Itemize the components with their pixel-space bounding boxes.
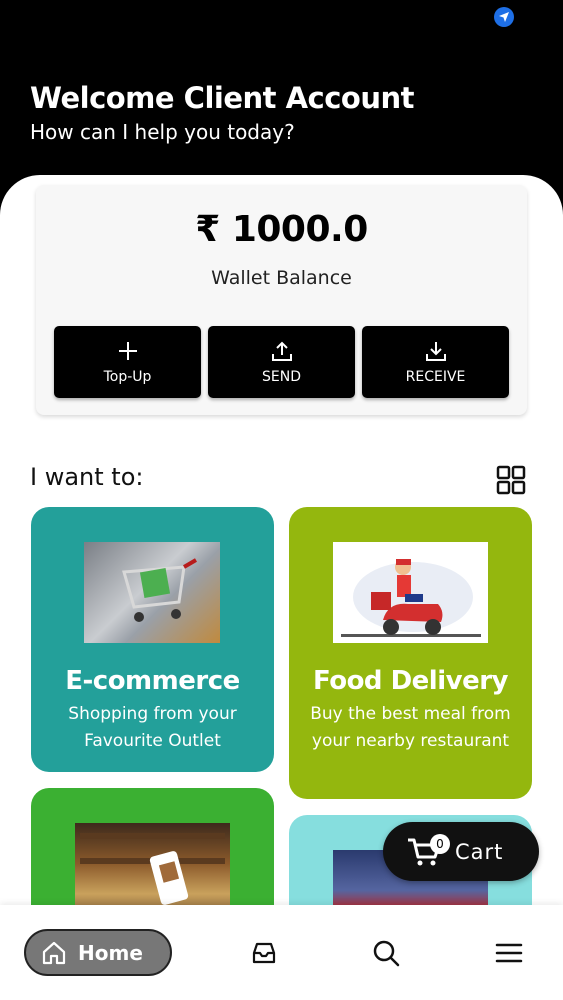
home-icon [42, 941, 66, 964]
wallet-card: ₹ 1000.0 Wallet Balance Top-Up SEND RECE… [36, 185, 527, 415]
topup-label: Top-Up [103, 369, 152, 385]
search-icon[interactable] [372, 939, 400, 967]
send-label: SEND [262, 369, 301, 385]
menu-icon[interactable] [495, 939, 523, 967]
food-delivery-title: Food Delivery [313, 666, 509, 696]
upload-icon [271, 341, 292, 361]
ecommerce-description: Shopping from your Favourite Outlet [68, 704, 237, 751]
bottom-navigation: Home [0, 905, 563, 1000]
nav-home-button[interactable]: Home [24, 929, 172, 976]
shopping-cart-image [84, 542, 220, 643]
send-button[interactable]: SEND [208, 326, 355, 398]
receive-label: RECEIVE [405, 369, 466, 385]
delivery-scooter-image [333, 542, 488, 643]
nav-home-label: Home [78, 940, 143, 965]
ecommerce-card[interactable]: E-commerce Shopping from your Favourite … [31, 507, 274, 772]
wallet-balance-label: Wallet Balance [211, 267, 352, 289]
ecommerce-title: E-commerce [65, 666, 240, 696]
cart-count-badge: 0 [430, 834, 450, 854]
welcome-title: Welcome Client Account [30, 81, 415, 115]
receive-button[interactable]: RECEIVE [362, 326, 509, 398]
grid-view-icon[interactable] [496, 465, 526, 495]
welcome-subtitle: How can I help you today? [30, 120, 295, 144]
plus-icon [118, 342, 137, 360]
topup-button[interactable]: Top-Up [54, 326, 201, 398]
welcome-header: Welcome Client Account How can I help yo… [30, 80, 415, 146]
location-status-icon [494, 7, 514, 27]
food-delivery-description: Buy the best meal from your nearby resta… [310, 704, 511, 751]
download-icon [425, 342, 446, 361]
cart-label: Cart [455, 839, 504, 864]
inbox-icon[interactable] [250, 939, 278, 967]
cart-button[interactable]: 0 Cart [383, 822, 539, 881]
section-title: I want to: [30, 463, 144, 491]
wallet-amount: ₹ 1000.0 [195, 209, 368, 250]
food-delivery-card[interactable]: Food Delivery Buy the best meal from you… [289, 507, 532, 799]
